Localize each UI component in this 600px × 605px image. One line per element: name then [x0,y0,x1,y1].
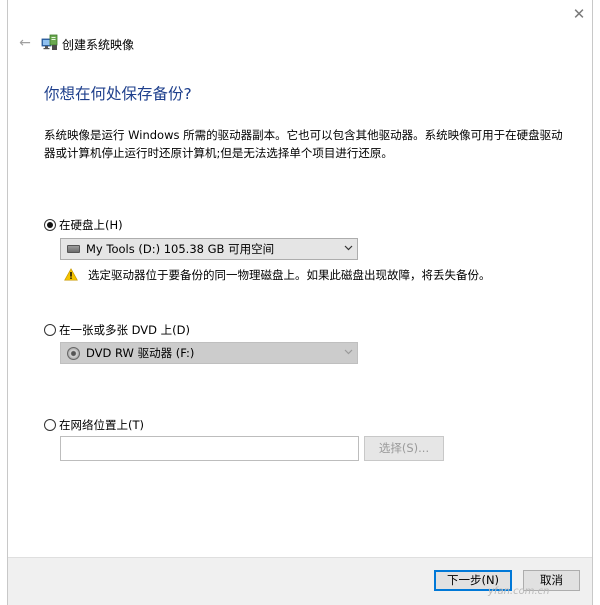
network-path-input[interactable] [60,436,359,461]
radio-hard-disk-indicator[interactable] [44,219,56,231]
watermark: yfan.com.cn [488,586,550,597]
radio-network[interactable]: 在网络位置上(T) [44,417,144,433]
dvd-dropdown: DVD RW 驱动器 (F:) [60,342,358,364]
window-title: 创建系统映像 [62,38,135,52]
description-text: 系统映像是运行 Windows 所需的驱动器副本。它也可以包含其他驱动器。系统映… [44,128,563,160]
hard-disk-dropdown[interactable]: My Tools (D:) 105.38 GB 可用空间 [60,238,358,260]
system-backup-icon [41,34,58,51]
warning-icon [64,268,78,281]
hard-disk-dropdown-value: My Tools (D:) 105.38 GB 可用空间 [86,242,275,256]
chevron-down-icon [339,244,357,254]
radio-hard-disk[interactable]: 在硬盘上(H) [44,217,123,233]
hard-drive-icon [67,245,80,253]
close-button[interactable]: ✕ [568,4,590,24]
back-button[interactable]: ← [16,34,34,52]
radio-hard-disk-label: 在硬盘上(H) [59,218,123,232]
radio-dvd[interactable]: 在一张或多张 DVD 上(D) [44,322,190,338]
page-heading: 你想在何处保存备份? [44,85,192,103]
radio-network-label: 在网络位置上(T) [59,418,144,432]
radio-dvd-label: 在一张或多张 DVD 上(D) [59,323,191,337]
create-system-image-window: ✕ ← 创建系统映像 你想在何处保存备份? 系统映像是运行 Windows 所需… [7,0,593,605]
dvd-drive-icon [67,346,80,360]
radio-dvd-indicator[interactable] [44,324,56,336]
warning-text: 选定驱动器位于要备份的同一物理磁盘上。如果此磁盘出现故障，将丢失备份。 [88,268,491,282]
dvd-dropdown-value: DVD RW 驱动器 (F:) [86,346,195,360]
browse-button: 选择(S)... [364,436,444,461]
radio-network-indicator[interactable] [44,419,56,431]
chevron-down-icon [339,348,357,358]
